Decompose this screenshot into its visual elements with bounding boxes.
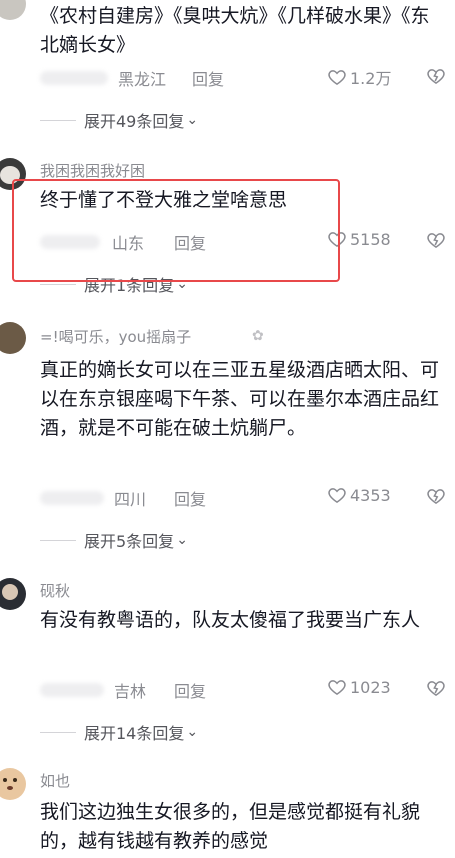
expand-replies-button[interactable]: 展开5条回复 ⌄: [40, 528, 188, 552]
comment-username[interactable]: 砚秋: [40, 580, 70, 601]
divider-line: [40, 731, 76, 733]
like-button[interactable]: 1023: [327, 677, 391, 697]
dislike-icon[interactable]: [426, 230, 446, 250]
reply-button[interactable]: 回复: [174, 678, 206, 702]
comment-meta: 吉林 回复 1023: [40, 676, 450, 702]
comment-meta: 四川 回复 4353: [40, 484, 450, 510]
chevron-down-icon: ⌄: [176, 532, 188, 548]
username-text: =!喝可乐，: [40, 328, 119, 346]
dislike-icon[interactable]: [426, 66, 446, 86]
heart-outline-icon: [328, 70, 346, 85]
chevron-down-icon: ⌄: [186, 112, 199, 128]
blurred-timestamp: [40, 71, 108, 85]
avatar[interactable]: [0, 578, 26, 610]
like-count: 5158: [350, 229, 391, 249]
comment-username[interactable]: 我困我困我好困: [40, 160, 145, 181]
location-text: 四川: [114, 490, 147, 509]
decor-icon: ✿: [252, 328, 264, 344]
reply-button[interactable]: 回复: [174, 486, 206, 510]
avatar[interactable]: [0, 0, 26, 20]
reply-button[interactable]: 回复: [192, 66, 224, 90]
heart-outline-icon: [328, 680, 346, 695]
like-count: 1023: [350, 677, 391, 697]
comment-text: 《农村自建房》《臭哄大炕》《几样破水果》《东北嫡长女》: [40, 5, 430, 56]
chevron-down-icon: ⌄: [186, 724, 199, 740]
like-button[interactable]: 4353: [327, 485, 391, 505]
expand-replies-label: 展开49条回复: [84, 112, 185, 131]
divider-line: [40, 119, 76, 121]
avatar[interactable]: [0, 768, 26, 800]
divider-line: [40, 283, 76, 285]
blurred-timestamp: [40, 491, 104, 505]
username-tag: you摇扇子: [118, 328, 192, 346]
comment-username[interactable]: 如也: [40, 770, 70, 791]
location-text: 黑龙江: [118, 70, 167, 89]
comment-text: 我们这边独生女很多的，但是感觉都挺有礼貌的，越有钱越有教养的感觉: [40, 801, 421, 852]
expand-replies-label: 展开14条回复: [84, 724, 185, 743]
highlight-box: [12, 179, 340, 282]
expand-replies-label: 展开5条回复: [84, 532, 175, 551]
location-text: 吉林: [114, 682, 147, 701]
like-count: 4353: [350, 485, 391, 505]
expand-replies-button[interactable]: 展开49条回复 ⌄: [40, 108, 198, 132]
dislike-icon[interactable]: [426, 678, 446, 698]
divider-line: [40, 539, 76, 541]
avatar[interactable]: [0, 322, 26, 354]
blurred-timestamp: [40, 683, 104, 697]
comment-meta: 黑龙江 回复 1.2万: [40, 64, 450, 90]
dislike-icon[interactable]: [426, 486, 446, 506]
comment-text: 真正的嫡长女可以在三亚五星级酒店晒太阳、可以在东京银座喝下午茶、可以在墨尔本酒庄…: [40, 359, 440, 439]
comment-username[interactable]: =!喝可乐，you摇扇子: [40, 326, 191, 347]
expand-replies-button[interactable]: 展开14条回复 ⌄: [40, 720, 198, 744]
like-button[interactable]: 1.2万: [327, 65, 391, 89]
like-count: 1.2万: [350, 69, 392, 88]
heart-outline-icon: [328, 488, 346, 503]
comment-text: 有没有教粤语的，队友太傻福了我要当广东人: [40, 609, 421, 631]
